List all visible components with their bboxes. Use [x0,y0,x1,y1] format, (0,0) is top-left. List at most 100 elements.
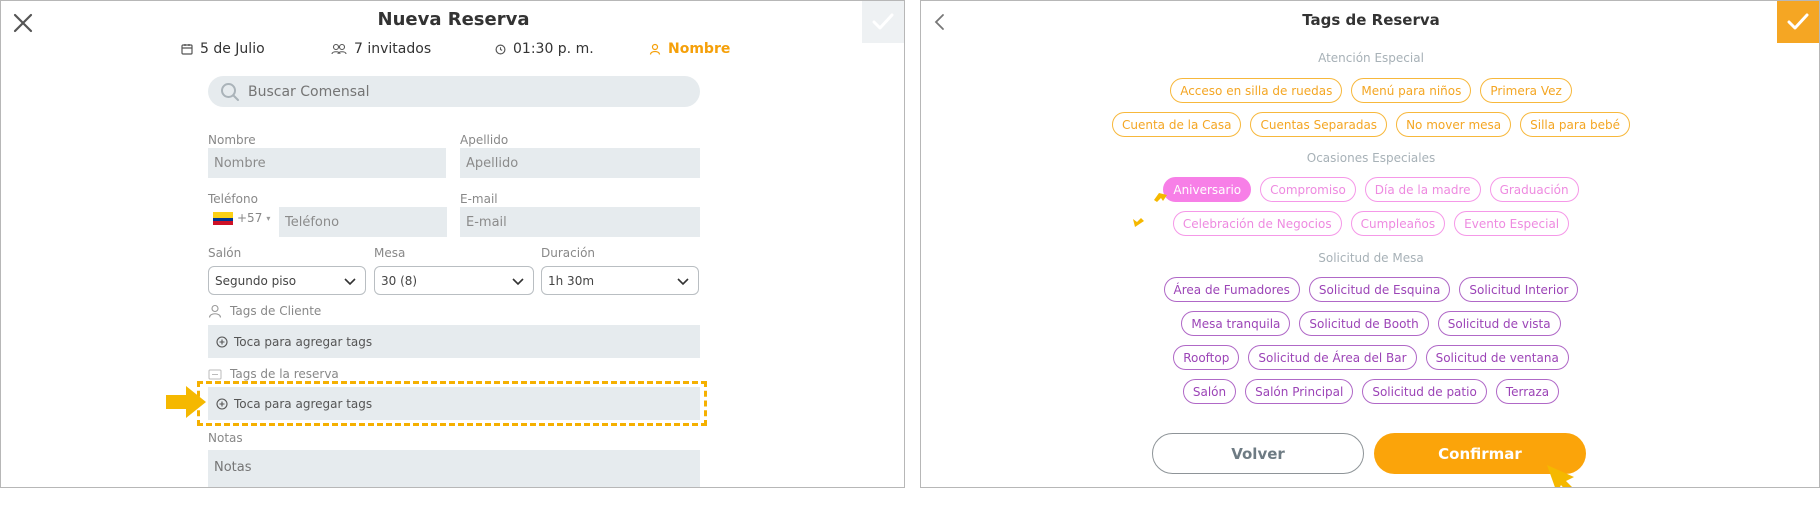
tags-cliente-label: Tags de Cliente [230,304,322,318]
section-title-special-occasions: Ocasiones Especiales [1306,151,1436,165]
add-client-tags-button[interactable]: Toca para agregar tags [208,325,700,358]
tag-chip[interactable]: Acceso en silla de ruedas [1170,78,1343,103]
tag-chip[interactable]: Solicitud de ventana [1425,345,1569,370]
search-input[interactable] [248,83,648,100]
mesa-label: Mesa [374,246,406,260]
tag-chip[interactable]: Día de la madre [1364,177,1481,202]
tag-row: Celebración de Negocios Cumpleaños Event… [921,211,1819,236]
clock-icon [495,44,506,54]
page-title: Tags de Reserva [1302,11,1440,29]
tag-chip[interactable]: Primera Vez [1480,78,1572,103]
tag-chip-selected[interactable]: Aniversario [1163,177,1252,202]
duracion-select[interactable]: 1h 30m [541,266,699,295]
nombre-label: Nombre [208,133,256,147]
calendar-icon [181,44,193,55]
mesa-select[interactable]: 30 (8) [374,266,534,295]
chevron-down-icon [344,278,356,286]
plus-circle-icon [216,335,228,348]
chevron-down-icon [677,278,689,286]
salon-label: Salón [208,246,242,260]
tag-chip[interactable]: Evento Especial [1454,211,1570,236]
email-label: E-mail [460,192,498,206]
page-title: Nueva Reserva [377,9,530,30]
arrow-right-icon [166,386,206,418]
section-title-table-request: Solicitud de Mesa [1318,251,1424,265]
tags-reserva-header: Tags de la reserva [208,367,339,381]
tag-chip[interactable]: Solicitud Interior [1459,277,1579,302]
search-bar[interactable] [208,76,700,107]
mesa-value: 30 (8) [381,273,418,288]
check-icon [872,13,894,30]
guests-label: 7 invitados [354,41,432,57]
tag-chip[interactable]: Mesa tranquila [1181,311,1291,336]
country-code-label: +57 [237,211,263,225]
telefono-label: Teléfono [208,192,258,206]
tag-chip[interactable]: Área de Fumadores [1163,277,1300,302]
reservation-tags-panel: Tags de Reserva Atención Especial Acceso… [920,0,1820,488]
tag-row: Área de Fumadores Solicitud de Esquina S… [921,277,1819,302]
telefono-field[interactable] [279,207,447,237]
tag-chip[interactable]: Graduación [1489,177,1579,202]
tag-row: Acceso en silla de ruedas Menú para niño… [921,78,1819,103]
people-icon [331,43,347,55]
tag-chip[interactable]: Cuenta de la Casa [1111,112,1242,137]
country-code-selector[interactable]: +57 ▾ [213,211,270,225]
confirm-button[interactable]: Confirmar [1374,433,1586,474]
plus-circle-icon [216,397,228,410]
nombre-field[interactable] [208,148,446,178]
tag-chip[interactable]: Salón [1182,379,1237,404]
tag-row: Mesa tranquila Solicitud de Booth Solici… [921,311,1819,336]
tag-chip[interactable]: Solicitud de patio [1362,379,1487,404]
tag-chip[interactable]: No mover mesa [1396,112,1512,137]
tag-chip[interactable]: Solicitud de Área del Bar [1248,345,1417,370]
duracion-value: 1h 30m [548,273,595,288]
caret-down-icon: ▾ [266,213,271,223]
name-step-info[interactable]: Nombre [649,41,730,57]
tag-row: Rooftop Solicitud de Área del Bar Solici… [921,345,1819,370]
tag-chip[interactable]: Cuentas Separadas [1250,112,1388,137]
tag-chip[interactable]: Solicitud de vista [1437,311,1561,336]
guests-info[interactable]: 7 invitados [331,41,431,57]
email-field[interactable] [460,207,700,237]
tag-chip[interactable]: Menú para niños [1351,78,1472,103]
notas-field[interactable] [208,450,700,487]
colombia-flag-icon [213,211,233,225]
confirm-check-button[interactable] [862,1,904,43]
name-step-label: Nombre [668,41,731,57]
confirm-check-button[interactable] [1777,1,1819,43]
time-info[interactable]: 01:30 p. m. [495,41,594,57]
tag-row: Cuenta de la Casa Cuentas Separadas No m… [921,112,1819,137]
notas-label: Notas [208,431,243,445]
add-reservation-tags-label: Toca para agregar tags [234,396,373,411]
check-icon [1787,13,1809,30]
chevron-down-icon [512,278,524,286]
salon-value: Segundo piso [215,273,297,288]
tag-row: Aniversario Compromiso Día de la madre G… [921,177,1819,202]
tag-chip[interactable]: Solicitud de Esquina [1308,277,1451,302]
duracion-label: Duración [541,246,596,260]
date-info[interactable]: 5 de Julio [181,41,265,57]
tag-row: Salón Salón Principal Solicitud de patio… [921,379,1819,404]
add-client-tags-label: Toca para agregar tags [234,334,373,349]
tag-chip[interactable]: Solicitud de Booth [1299,311,1429,336]
tag-chip[interactable]: Rooftop [1173,345,1240,370]
salon-select[interactable]: Segundo piso [208,266,366,295]
section-title-special-attention: Atención Especial [1318,51,1424,65]
tags-reserva-label: Tags de la reserva [230,367,339,381]
tag-chip[interactable]: Cumpleaños [1350,211,1446,236]
tag-chip[interactable]: Celebración de Negocios [1172,211,1342,236]
apellido-field[interactable] [460,148,700,178]
tag-chip[interactable]: Salón Principal [1245,379,1354,404]
time-label: 01:30 p. m. [513,41,594,57]
ticket-icon [208,369,222,379]
tag-chip[interactable]: Silla para bebé [1520,112,1630,137]
date-label: 5 de Julio [200,41,265,57]
new-reservation-panel: Nueva Reserva 5 de Julio 7 invitados 01:… [0,0,905,488]
back-button[interactable]: Volver [1152,433,1364,474]
add-reservation-tags-button[interactable]: Toca para agregar tags [208,387,700,420]
tag-chip[interactable]: Compromiso [1260,177,1356,202]
search-icon [221,82,239,101]
tag-chip[interactable]: Terraza [1495,379,1560,404]
user-icon [649,43,661,55]
user-icon [208,304,222,318]
